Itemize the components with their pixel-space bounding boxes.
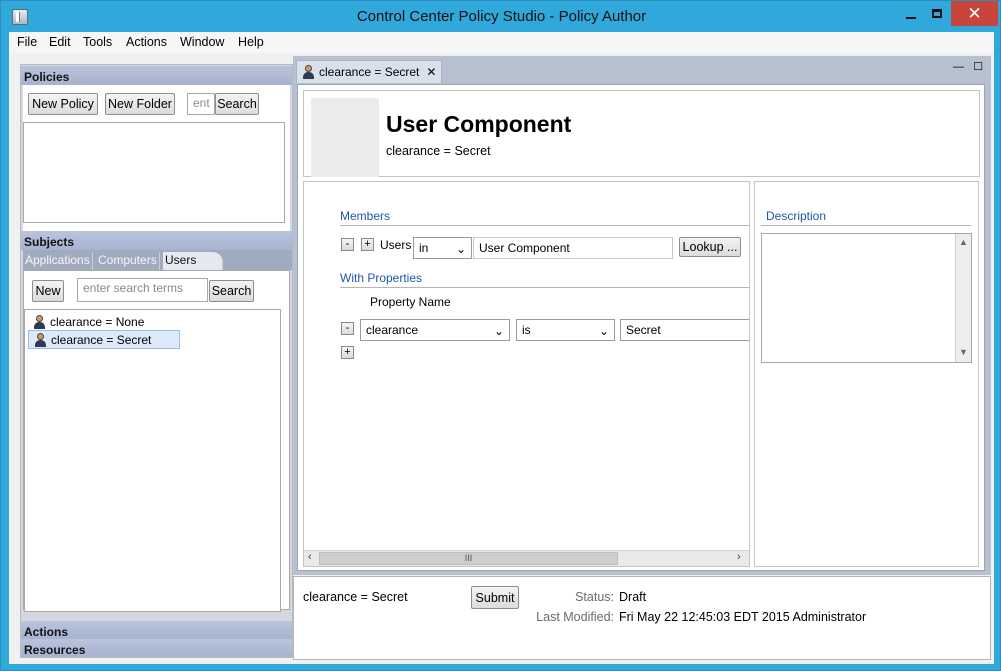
- lookup-button[interactable]: Lookup ...: [679, 237, 741, 257]
- component-subtitle: clearance = Secret: [386, 144, 491, 158]
- view-maximize-icon[interactable]: ☐: [973, 61, 983, 73]
- subject-list: clearance = None clearance = Secret: [24, 309, 281, 612]
- last-modified-value: Fri May 22 12:45:03 EDT 2015 Administrat…: [619, 610, 867, 624]
- horizontal-scrollbar[interactable]: ‹ III ›: [304, 550, 749, 566]
- component-header: User Component clearance = Secret: [303, 90, 980, 177]
- menu-help[interactable]: Help: [238, 35, 264, 49]
- actions-header[interactable]: Actions: [21, 621, 292, 639]
- description-textarea[interactable]: ▲ ▼: [761, 233, 972, 363]
- list-item-selected[interactable]: clearance = Secret: [28, 330, 180, 349]
- menu-edit[interactable]: Edit: [49, 35, 71, 49]
- maximize-button[interactable]: [920, 1, 954, 26]
- policy-tree[interactable]: [23, 122, 285, 223]
- new-policy-button[interactable]: New Policy: [28, 93, 98, 115]
- menu-window[interactable]: Window: [180, 35, 224, 49]
- editor-tab[interactable]: clearance = Secret ✕: [296, 60, 442, 83]
- close-icon: ✕: [967, 3, 982, 23]
- left-panel: Policies New Policy New Folder ent Searc…: [20, 64, 293, 658]
- remove-member-button[interactable]: -: [341, 238, 354, 251]
- members-label: Members: [340, 209, 391, 223]
- description-section: Description ▲ ▼: [754, 181, 979, 567]
- menu-tools[interactable]: Tools: [83, 35, 112, 49]
- user-icon: [302, 65, 315, 79]
- property-select[interactable]: clearance ⌄: [360, 319, 510, 341]
- operator-select-value: is: [522, 323, 531, 337]
- subject-search-button[interactable]: Search: [209, 280, 254, 302]
- submit-button[interactable]: Submit: [471, 586, 519, 609]
- membership-select[interactable]: in ⌄: [413, 237, 472, 259]
- chevron-down-icon: ⌄: [493, 324, 504, 338]
- policies-header[interactable]: Policies: [21, 66, 292, 85]
- membership-select-value: in: [419, 241, 429, 255]
- remove-property-button[interactable]: -: [341, 322, 354, 335]
- list-item-label: clearance = None: [50, 314, 145, 329]
- members-field[interactable]: User Component: [473, 237, 673, 259]
- users-label: Users: [380, 238, 412, 252]
- with-properties-label: With Properties: [340, 271, 423, 285]
- editor-body: User Component clearance = Secret Member…: [297, 84, 985, 571]
- client-area: File Edit Tools Actions Window Help Poli…: [9, 32, 994, 664]
- chevron-down-icon: ⌄: [455, 242, 466, 256]
- menu-bar: File Edit Tools Actions Window Help: [9, 32, 994, 53]
- add-property-button[interactable]: +: [341, 346, 354, 359]
- editor-frame: clearance = Secret ✕ — ☐ User Component …: [293, 56, 991, 575]
- tab-computers[interactable]: Computers: [96, 252, 160, 270]
- divider: [340, 287, 749, 288]
- new-subject-button[interactable]: New: [32, 280, 64, 302]
- scroll-down-icon[interactable]: ▼: [959, 347, 968, 357]
- status-panel: clearance = Secret Submit Status: Draft …: [293, 576, 991, 660]
- page-title: User Component: [386, 111, 572, 137]
- scrollbar-thumb[interactable]: III: [319, 552, 618, 565]
- property-select-value: clearance: [366, 323, 419, 337]
- new-folder-button[interactable]: New Folder: [105, 93, 175, 115]
- last-modified-label: Last Modified:: [536, 610, 614, 624]
- members-section: Members - + Users in ⌄ User Component Lo…: [303, 181, 750, 567]
- tab-users[interactable]: Users: [163, 252, 223, 270]
- status-object-name: clearance = Secret: [303, 590, 408, 604]
- scroll-right-icon[interactable]: ›: [737, 551, 741, 563]
- policies-panel: New Policy New Folder ent Search: [23, 85, 290, 255]
- property-value-field[interactable]: Secret: [620, 319, 749, 341]
- editor-tab-label: clearance = Secret: [319, 65, 420, 79]
- subjects-tabs: Applications Computers Users: [23, 250, 292, 270]
- operator-select[interactable]: is ⌄: [516, 319, 615, 341]
- subjects-header[interactable]: Subjects: [21, 231, 292, 250]
- divider: [340, 225, 749, 226]
- menu-actions[interactable]: Actions: [126, 35, 167, 49]
- subject-search-placeholder: enter search terms: [83, 281, 184, 295]
- status-value: Draft: [619, 590, 647, 604]
- policy-search-button[interactable]: Search: [215, 93, 259, 115]
- menu-file[interactable]: File: [17, 35, 37, 49]
- app-window: Control Center Policy Studio - Policy Au…: [0, 0, 1001, 671]
- user-icon: [33, 314, 46, 329]
- tab-applications[interactable]: Applications: [23, 252, 93, 270]
- close-button[interactable]: ✕: [951, 1, 998, 26]
- add-member-button[interactable]: +: [361, 238, 374, 251]
- title-bar[interactable]: Control Center Policy Studio - Policy Au…: [1, 1, 1001, 34]
- property-name-header: Property Name: [370, 295, 451, 309]
- maximize-icon: [932, 9, 942, 18]
- window-title: Control Center Policy Studio - Policy Au…: [356, 8, 647, 25]
- tab-close-icon[interactable]: ✕: [426, 65, 436, 79]
- user-icon: [34, 332, 47, 347]
- status-label: Status:: [575, 590, 614, 604]
- subject-search-input[interactable]: enter search terms: [77, 278, 208, 302]
- scroll-left-icon[interactable]: ‹: [308, 551, 312, 563]
- resources-header[interactable]: Resources: [21, 639, 292, 657]
- list-item[interactable]: clearance = None: [28, 312, 180, 331]
- subjects-panel: New enter search terms Search clearance …: [23, 270, 290, 612]
- list-item-label: clearance = Secret: [51, 332, 152, 347]
- minimize-icon: [906, 16, 916, 19]
- scroll-up-icon[interactable]: ▲: [959, 237, 968, 247]
- vertical-scrollbar[interactable]: ▲ ▼: [955, 234, 971, 362]
- component-thumbnail: [311, 98, 379, 177]
- view-controls: — ☐: [953, 60, 983, 73]
- chevron-down-icon: ⌄: [598, 324, 609, 338]
- view-minimize-icon[interactable]: —: [953, 61, 964, 73]
- divider: [761, 225, 971, 226]
- description-label: Description: [766, 209, 827, 223]
- policy-search-input[interactable]: ent: [187, 93, 215, 115]
